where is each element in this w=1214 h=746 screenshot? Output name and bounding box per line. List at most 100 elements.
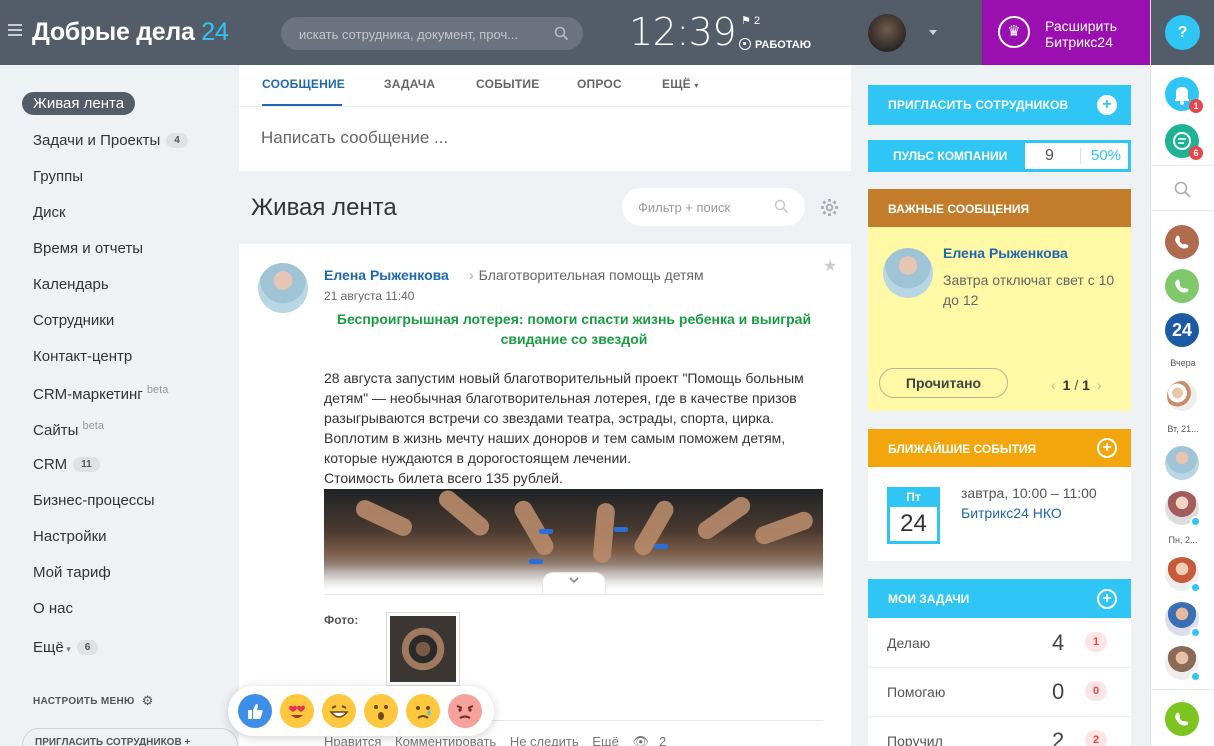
help-button[interactable]: ? — [1165, 15, 1200, 50]
menu-item-contact-center[interactable]: Контакт-центр — [33, 348, 132, 365]
favorite-star-icon[interactable]: ★ — [823, 256, 837, 276]
author-avatar[interactable] — [883, 248, 933, 298]
message-input[interactable]: Написать сообщение ... — [261, 128, 448, 148]
reaction-angry-icon[interactable] — [448, 694, 482, 728]
menu-item-sites[interactable]: Сайты beta — [33, 420, 104, 439]
call-contact-2[interactable] — [1165, 269, 1199, 303]
menu-item-my-plan[interactable]: Мой тариф — [33, 564, 111, 581]
menu-counter: 4 — [166, 133, 188, 148]
task-row-doing[interactable]: Делаю 4 1 — [868, 619, 1131, 668]
menu-item-tasks[interactable]: Задачи и Проекты 4 — [33, 132, 188, 149]
post-destination[interactable]: › Благотворительная помощь детям — [469, 267, 704, 283]
online-status-icon — [1190, 516, 1201, 527]
upcoming-events-panel: БЛИЖАЙШИЕ СОБЫТИЯ + Пт 24 завтра, 10:00 … — [868, 429, 1131, 561]
views-counter: 👁 2 — [633, 734, 677, 746]
global-search-input[interactable]: искать сотрудника, документ, проч... — [281, 17, 583, 50]
phone-icon — [1175, 712, 1189, 726]
chat-badge: 6 — [1189, 146, 1203, 160]
notif-badge: 1 — [1189, 99, 1203, 113]
tab-more[interactable]: ЕЩЁ ▾ — [662, 77, 699, 91]
menu-item-employees[interactable]: Сотрудники — [33, 312, 114, 329]
label-yesterday: Вчера — [1170, 358, 1196, 368]
configure-menu-link[interactable]: НАСТРОИТЬ МЕНЮ ⚙ — [33, 693, 154, 709]
mark-read-button[interactable]: Прочитано — [879, 368, 1008, 398]
menu-item-disk[interactable]: Диск — [33, 204, 66, 221]
online-status-icon — [1190, 582, 1201, 593]
notifications-button[interactable]: 1 — [1165, 77, 1203, 113]
contact-avatar-group[interactable] — [1167, 381, 1197, 411]
menu-item-calendar[interactable]: Календарь — [33, 276, 109, 293]
contact-avatar-4[interactable] — [1165, 602, 1201, 638]
label-tue: Вт, 21... — [1167, 424, 1199, 434]
expand-post-button[interactable] — [542, 572, 606, 594]
post-author-link[interactable]: Елена Рыженкова — [324, 267, 449, 283]
chevron-right-icon[interactable]: › — [1097, 377, 1102, 393]
panel-title: БЛИЖАЙШИЕ СОБЫТИЯ — [888, 442, 1037, 456]
portal-logo[interactable]: Добрые дела 24 — [32, 18, 229, 47]
contact-avatar-elena[interactable] — [1165, 446, 1199, 480]
expand-plan-button[interactable]: ♛ Расширить Битрикс24 — [982, 0, 1150, 65]
task-row-assigned[interactable]: Поручил 2 2 — [868, 717, 1131, 746]
menu-item-business-processes[interactable]: Бизнес-процессы — [33, 492, 155, 509]
label-mon: Пн, 2... — [1168, 535, 1198, 545]
company-pulse[interactable]: ПУЛЬС КОМПАНИИ 9 50% — [868, 140, 1131, 172]
user-avatar[interactable] — [868, 14, 906, 52]
invite-employees-button[interactable]: ПРИГЛАСИТЬ СОТРУДНИКОВ + — [22, 728, 238, 746]
reaction-laugh-icon[interactable] — [322, 694, 356, 728]
menu-hamburger-icon[interactable] — [8, 24, 22, 36]
menu-item-crm[interactable]: CRM 11 — [33, 456, 100, 473]
menu-item-time-reports[interactable]: Время и отчеты — [33, 240, 143, 257]
reactions-popup — [228, 686, 494, 736]
gear-icon: ⚙ — [141, 693, 154, 708]
contact-avatar-5[interactable] — [1165, 646, 1201, 682]
stop-icon — [739, 38, 751, 50]
contact-avatar-3[interactable] — [1165, 557, 1201, 593]
contact-avatar-2[interactable] — [1165, 491, 1201, 527]
post-composer: СООБЩЕНИЕ ЗАДАЧА СОБЫТИЕ ОПРОС ЕЩЁ ▾ Нап… — [239, 65, 851, 171]
add-user-icon: + — [184, 737, 191, 746]
search-icon — [774, 199, 789, 219]
phone-icon — [1175, 279, 1189, 293]
tab-message[interactable]: СООБЩЕНИЕ — [262, 77, 345, 91]
reaction-wonder-icon[interactable] — [364, 694, 398, 728]
important-text: Завтра отключат свет с 10 до 12 — [943, 272, 1115, 308]
tab-task[interactable]: ЗАДАЧА — [384, 77, 435, 91]
feed-settings-gear-icon[interactable] — [820, 198, 839, 222]
tab-poll[interactable]: ОПРОС — [577, 77, 622, 91]
call-contact-1[interactable] — [1165, 225, 1199, 259]
filter-search-input[interactable]: Фильтр + поиск — [622, 188, 805, 226]
contact-search-icon[interactable] — [1174, 181, 1192, 204]
chat-button[interactable]: 6 — [1165, 124, 1203, 160]
unfollow-link[interactable]: Не следить — [510, 734, 579, 746]
photo-thumbnail[interactable] — [386, 612, 460, 686]
reaction-love-icon[interactable] — [280, 694, 314, 728]
author-avatar[interactable] — [258, 263, 308, 313]
tab-event[interactable]: СОБЫТИЕ — [476, 77, 539, 91]
reaction-like-icon[interactable] — [238, 694, 272, 728]
menu-item-live-feed[interactable]: Живая лента — [22, 92, 136, 115]
chevron-left-icon[interactable]: ‹ — [1051, 377, 1056, 393]
menu-item-groups[interactable]: Группы — [33, 168, 83, 185]
more-link[interactable]: Ещё — [592, 734, 619, 746]
work-status[interactable]: РАБОТАЮ — [739, 38, 811, 51]
b24-chat[interactable]: 24 — [1165, 313, 1199, 347]
search-icon[interactable] — [554, 26, 569, 46]
online-status-icon — [1190, 671, 1201, 682]
menu-item-more[interactable]: Ещё ▾ 6 — [33, 639, 99, 656]
event-title-link[interactable]: Битрикс24 НКО — [961, 505, 1062, 521]
menu-item-crm-marketing[interactable]: CRM-маркетинг beta — [33, 384, 168, 403]
plus-icon: + — [1097, 95, 1117, 115]
menu-item-about[interactable]: О нас — [33, 600, 73, 617]
phone-dialer-button[interactable] — [1165, 702, 1199, 736]
post-date[interactable]: 21 августа 11:40 — [324, 289, 414, 303]
invite-employees-panel-button[interactable]: ПРИГЛАСИТЬ СОТРУДНИКОВ + — [868, 85, 1131, 125]
chevron-down-icon[interactable] — [929, 30, 937, 35]
important-author-link[interactable]: Елена Рыженкова — [943, 245, 1068, 261]
add-task-plus-icon[interactable]: + — [1097, 589, 1117, 609]
flag-counter[interactable]: ⚑ 2 — [741, 14, 760, 27]
reaction-cry-icon[interactable] — [406, 694, 440, 728]
add-event-plus-icon[interactable]: + — [1097, 438, 1117, 458]
menu-item-settings[interactable]: Настройки — [33, 528, 107, 545]
task-row-helping[interactable]: Помогаю 0 0 — [868, 668, 1131, 717]
clock-time[interactable]: 12:39 — [629, 10, 737, 54]
